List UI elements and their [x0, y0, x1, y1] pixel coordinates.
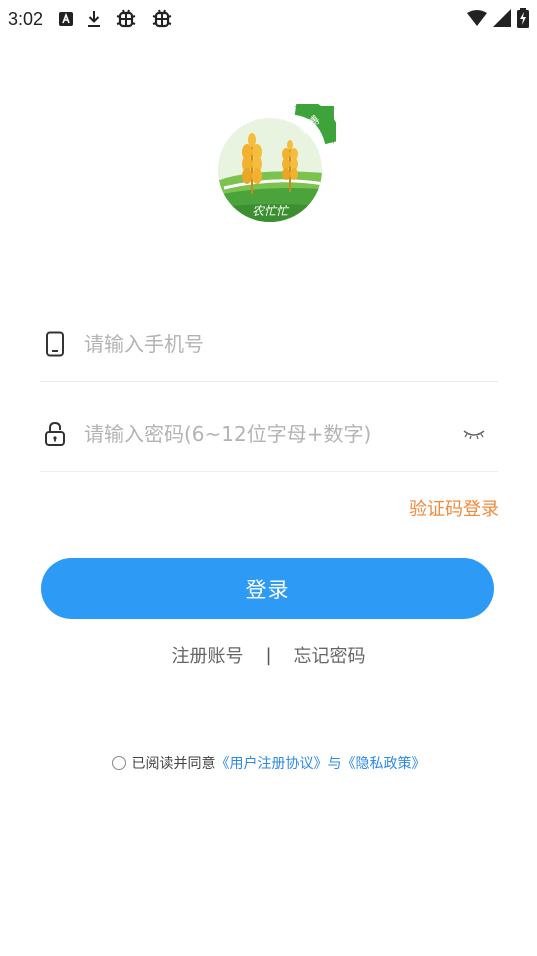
bug-icon: [115, 8, 137, 30]
download-icon: [87, 10, 101, 28]
a-box-icon: [59, 12, 74, 26]
app-logo: 师傅 农忙忙: [214, 97, 343, 226]
password-input[interactable]: [84, 421, 460, 446]
phone-input[interactable]: [84, 331, 498, 356]
login-button[interactable]: 登录: [41, 558, 494, 619]
agreement-radio[interactable]: [111, 756, 126, 770]
bug-icon: [151, 8, 173, 30]
privacy-policy-link[interactable]: 《隐私政策》: [342, 753, 426, 773]
password-field-row: [40, 396, 498, 472]
phone-field-row: [40, 306, 498, 382]
account-links: 注册账号 | 忘记密码: [0, 642, 537, 668]
user-agreement-link[interactable]: 《用户注册协议》: [216, 753, 328, 773]
status-time: 3:02: [8, 8, 44, 29]
system-icons: [467, 8, 529, 32]
wifi-icon: [467, 10, 487, 30]
link-separator: |: [265, 644, 272, 666]
sms-login-link[interactable]: 验证码登录: [409, 495, 499, 521]
lock-icon: [42, 420, 68, 448]
eye-closed-icon[interactable]: [460, 424, 488, 444]
agreement-row: 已阅读并同意 《用户注册协议》 与 《隐私政策》: [0, 753, 537, 773]
agreement-prefix: 已阅读并同意: [131, 756, 216, 772]
notification-icons: [59, 8, 173, 30]
register-link[interactable]: 注册账号: [171, 642, 243, 668]
battery-charging-icon: [517, 8, 529, 32]
signal-icon: [493, 9, 511, 31]
logo-brand-text: 农忙忙: [252, 204, 290, 218]
phone-icon: [42, 330, 68, 358]
agreement-and: 与: [327, 756, 342, 772]
status-bar: 3:02: [0, 0, 537, 38]
forgot-password-link[interactable]: 忘记密码: [294, 642, 366, 668]
